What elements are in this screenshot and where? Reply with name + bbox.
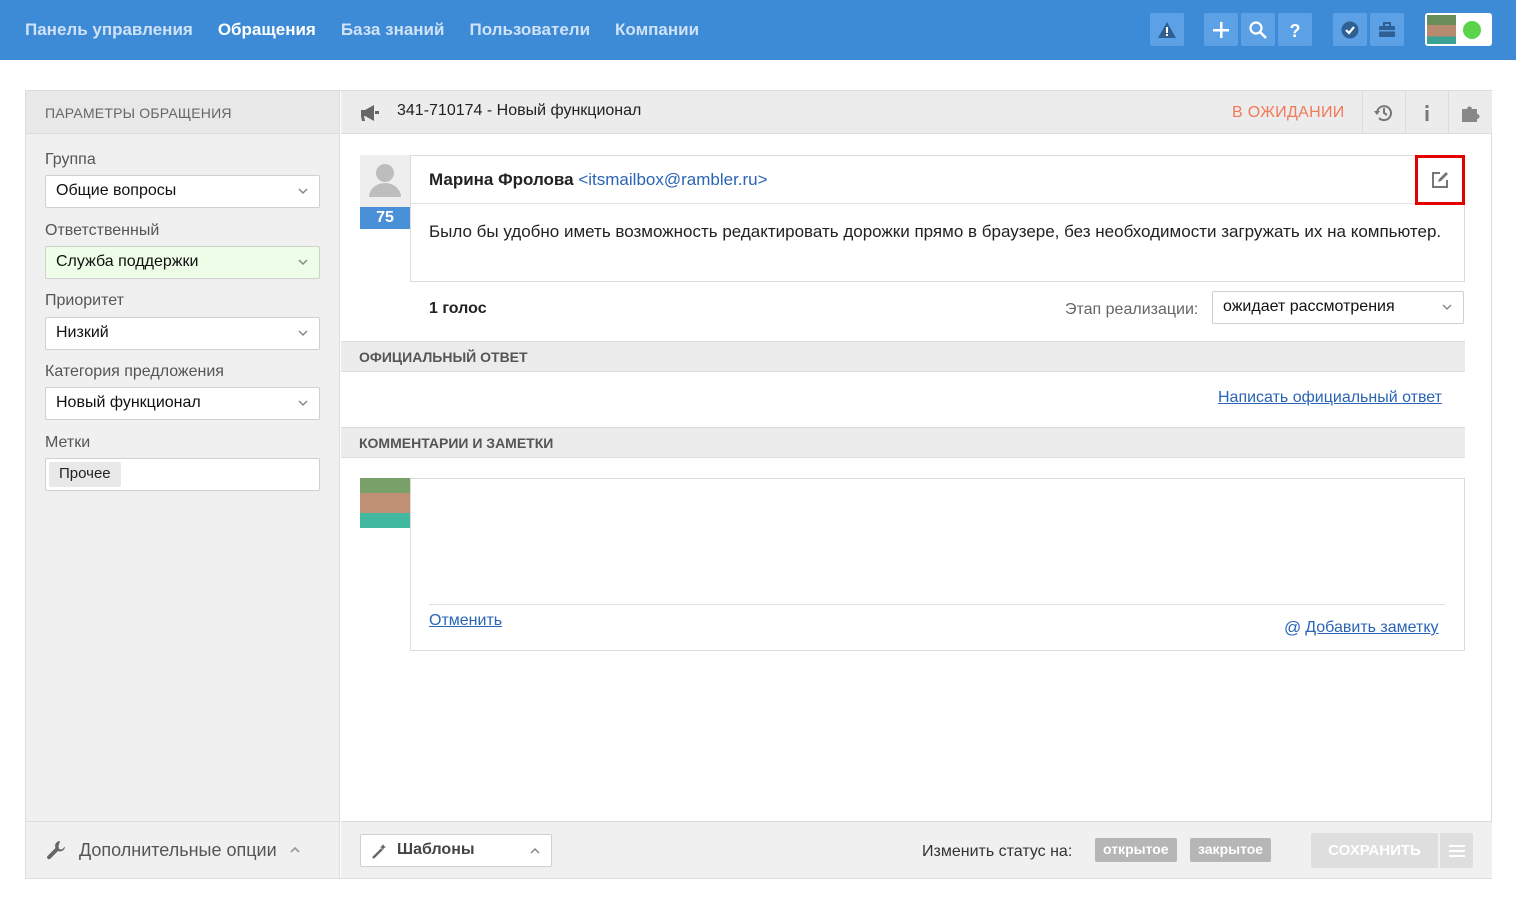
ticket-header: 341-710174 - Новый функционал В ОЖИДАНИИ (341, 91, 1492, 134)
main-nav: Панель управления Обращения База знаний … (25, 0, 699, 60)
ticket-title: 341-710174 - Новый функционал (397, 102, 642, 119)
stage-label: Этап реализации: (1065, 301, 1199, 318)
category-value: Новый функционал (56, 394, 201, 411)
add-note-link[interactable]: @ Добавить заметку (1284, 618, 1439, 638)
magic-wand-icon (372, 844, 386, 859)
group-select[interactable]: Общие вопросы (45, 175, 320, 208)
svg-text:?: ? (1290, 21, 1301, 40)
group-label: Группа (45, 151, 96, 168)
comments-header: КОММЕНТАРИИ И ЗАМЕТКИ (341, 427, 1465, 458)
briefcase-icon (1379, 21, 1395, 37)
sidebar-title: ПАРАМЕТРЫ ОБРАЩЕНИЯ (26, 91, 339, 134)
vote-score[interactable]: 75 (360, 207, 410, 229)
avatar (1427, 15, 1456, 44)
check-badge-icon (1341, 21, 1359, 38)
user-placeholder-icon (369, 164, 401, 197)
votes-count: 1 голос (429, 300, 487, 317)
more-options-toggle[interactable]: Дополнительные опции (26, 821, 339, 878)
action-footer: Шаблоны Изменить статус на: открытое зак… (341, 821, 1492, 878)
author-name: Марина Фролова (429, 170, 574, 189)
ticket-parameters-sidebar: ПАРАМЕТРЫ ОБРАЩЕНИЯ Группа Общие вопросы… (26, 91, 340, 878)
add-note-label: Добавить заметку (1305, 619, 1439, 636)
nav-dashboard[interactable]: Панель управления (25, 20, 193, 40)
current-user-avatar (360, 478, 410, 528)
change-status-label: Изменить статус на: (922, 843, 1073, 860)
tag-chip[interactable]: Прочее (49, 462, 121, 487)
category-label: Категория предложения (45, 363, 224, 380)
nav-tickets[interactable]: Обращения (218, 20, 316, 40)
save-button[interactable]: СОХРАНИТЬ (1311, 833, 1438, 868)
edit-icon (1432, 172, 1448, 188)
status-closed-button[interactable]: закрытое (1190, 838, 1272, 862)
ticket-message: Марина Фролова <itsmailbox@rambler.ru> Б… (410, 155, 1465, 282)
templates-label: Шаблоны (397, 841, 475, 858)
chevron-up-icon (290, 846, 300, 853)
status-open-button[interactable]: открытое (1095, 838, 1177, 862)
tags-input[interactable]: Прочее (45, 458, 320, 491)
edit-message-button[interactable] (1415, 155, 1465, 205)
history-button[interactable] (1362, 91, 1405, 134)
search-button[interactable] (1241, 13, 1275, 46)
top-navigation-bar: Панель управления Обращения База знаний … (0, 0, 1516, 60)
stage-select[interactable]: ожидает рассмотрения (1212, 291, 1464, 324)
stage-value: ожидает рассмотрения (1223, 298, 1395, 315)
at-icon: @ (1284, 618, 1302, 637)
comment-editor: Отменить @ Добавить заметку (410, 478, 1465, 651)
priority-select[interactable]: Низкий (45, 317, 320, 350)
help-button[interactable]: ? (1278, 13, 1312, 46)
help-icon: ? (1290, 21, 1301, 40)
assignee-label: Ответственный (45, 222, 160, 239)
category-select[interactable]: Новый функционал (45, 387, 320, 420)
chevron-down-icon (298, 259, 308, 266)
megaphone-icon (361, 105, 379, 121)
plus-icon (1213, 21, 1229, 38)
chevron-down-icon (1442, 304, 1452, 311)
add-button[interactable] (1204, 13, 1238, 46)
assignee-select[interactable]: Служба поддержки (45, 246, 320, 279)
nav-users[interactable]: Пользователи (469, 20, 590, 40)
tags-label: Метки (45, 434, 91, 451)
write-official-answer-label: Написать официальный ответ (1218, 389, 1442, 406)
chevron-down-icon (298, 400, 308, 407)
message-body: Было бы удобно иметь возможность редакти… (429, 222, 1442, 241)
comment-textarea[interactable] (429, 489, 1445, 605)
priority-value: Низкий (56, 324, 109, 341)
approvals-button[interactable] (1333, 13, 1367, 46)
warning-icon (1158, 21, 1176, 38)
history-icon (1374, 104, 1392, 121)
chevron-up-icon (530, 847, 540, 854)
save-options-button[interactable] (1440, 833, 1473, 868)
wrench-icon (47, 841, 65, 860)
briefcase-button[interactable] (1370, 13, 1404, 46)
cancel-label: Отменить (429, 612, 503, 629)
chevron-down-icon (298, 188, 308, 195)
group-value: Общие вопросы (56, 182, 177, 199)
ticket-status[interactable]: В ОЖИДАНИИ (1232, 104, 1345, 122)
info-button[interactable] (1405, 91, 1448, 134)
warning-button[interactable] (1150, 13, 1184, 46)
search-icon (1249, 20, 1267, 39)
message-header: Марина Фролова <itsmailbox@rambler.ru> (411, 156, 1464, 204)
info-icon (1425, 104, 1429, 121)
nav-companies[interactable]: Компании (615, 20, 699, 40)
write-official-answer-link[interactable]: Написать официальный ответ (1218, 389, 1442, 407)
cancel-comment-link[interactable]: Отменить (429, 612, 502, 630)
chevron-down-icon (298, 330, 308, 337)
ticket-panel: ПАРАМЕТРЫ ОБРАЩЕНИЯ Группа Общие вопросы… (25, 90, 1492, 879)
author-email[interactable]: <itsmailbox@rambler.ru> (578, 170, 767, 189)
nav-knowledge-base[interactable]: База знаний (341, 20, 445, 40)
more-options-label: Дополнительные опции (79, 839, 277, 860)
author-avatar (360, 155, 410, 207)
puzzle-icon (1462, 106, 1480, 122)
online-status-indicator (1463, 21, 1481, 39)
hamburger-menu-icon (1448, 844, 1465, 857)
assignee-value: Служба поддержки (56, 253, 199, 270)
official-answer-header: ОФИЦИАЛЬНЫЙ ОТВЕТ (341, 341, 1465, 372)
priority-label: Приоритет (45, 292, 124, 309)
user-menu[interactable] (1425, 13, 1492, 46)
plugins-button[interactable] (1448, 91, 1491, 134)
templates-dropdown[interactable]: Шаблоны (360, 834, 552, 867)
